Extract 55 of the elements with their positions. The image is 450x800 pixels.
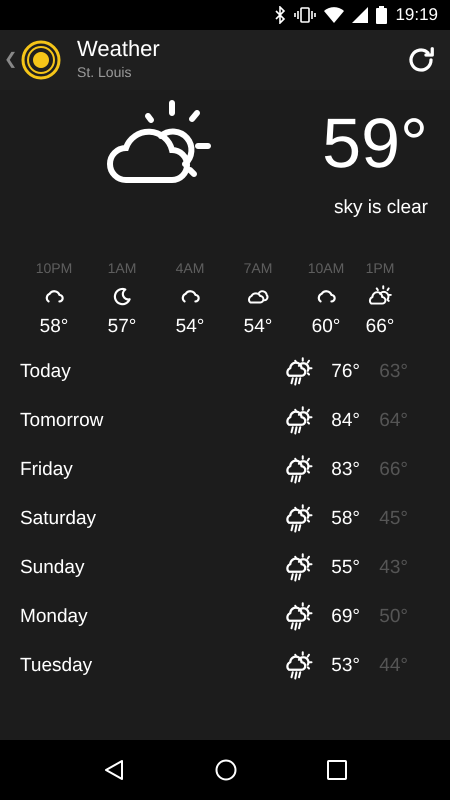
day-label: Monday — [20, 604, 89, 629]
low-temperature: 43° — [378, 556, 408, 580]
hour-temperature: 66° — [366, 315, 394, 339]
rain-sun-icon — [284, 504, 314, 534]
day-label: Today — [20, 360, 72, 384]
battery-icon — [376, 6, 388, 24]
hour-label: 7AM — [244, 259, 272, 278]
signal-icon — [352, 7, 368, 23]
hour-temperature: 57° — [108, 315, 136, 339]
bluetooth-icon — [274, 6, 286, 24]
hour-label: 10PM — [36, 259, 72, 278]
low-temperature: 63° — [378, 360, 408, 384]
current-temperature: 59° — [321, 108, 428, 178]
vibrate-icon — [294, 7, 316, 23]
rain-sun-icon — [284, 602, 314, 632]
rain-sun-icon — [284, 406, 314, 436]
condition-label: sky is clear — [333, 196, 428, 220]
day-label: Saturday — [20, 506, 98, 531]
clock: 19:19 — [395, 4, 438, 26]
app-logo-icon[interactable] — [21, 40, 61, 80]
hour-label: 1AM — [108, 259, 136, 278]
high-temperature: 55° — [330, 556, 360, 580]
low-temperature: 50° — [378, 604, 408, 629]
high-temperature: 83° — [330, 458, 360, 482]
hour-temperature: 54° — [176, 315, 204, 339]
day-label: Sunday — [20, 556, 86, 580]
wifi-icon — [324, 7, 344, 23]
day-label: Tuesday — [20, 654, 94, 678]
hour-temperature: 60° — [312, 315, 340, 339]
back-nav-icon[interactable] — [103, 759, 125, 781]
hour-label: 4AM — [176, 259, 204, 278]
location-label: St. Louis — [77, 62, 132, 82]
low-temperature: 66° — [378, 458, 408, 482]
low-temperature: 44° — [378, 654, 408, 678]
rain-sun-icon — [284, 553, 314, 583]
rain-sun-icon — [284, 357, 314, 387]
high-temperature: 76° — [330, 360, 360, 384]
high-temperature: 53° — [330, 654, 360, 678]
hour-temperature: 58° — [40, 315, 68, 339]
app-title: Weather — [77, 37, 161, 62]
back-button[interactable]: ❮ — [4, 48, 17, 72]
home-nav-icon[interactable] — [215, 759, 237, 781]
hour-label: 10AM — [308, 259, 344, 278]
hour-temperature: 54° — [244, 315, 272, 339]
low-temperature: 45° — [378, 506, 408, 531]
high-temperature: 84° — [330, 408, 360, 433]
high-temperature: 69° — [330, 604, 360, 629]
rain-sun-icon — [284, 651, 314, 681]
day-label: Tomorrow — [20, 408, 104, 433]
recents-nav-icon[interactable] — [327, 760, 347, 780]
day-label: Friday — [20, 458, 74, 482]
high-temperature: 58° — [330, 506, 360, 531]
hour-label: 1PM — [366, 259, 394, 278]
rain-sun-icon — [284, 455, 314, 485]
low-temperature: 64° — [378, 408, 408, 433]
